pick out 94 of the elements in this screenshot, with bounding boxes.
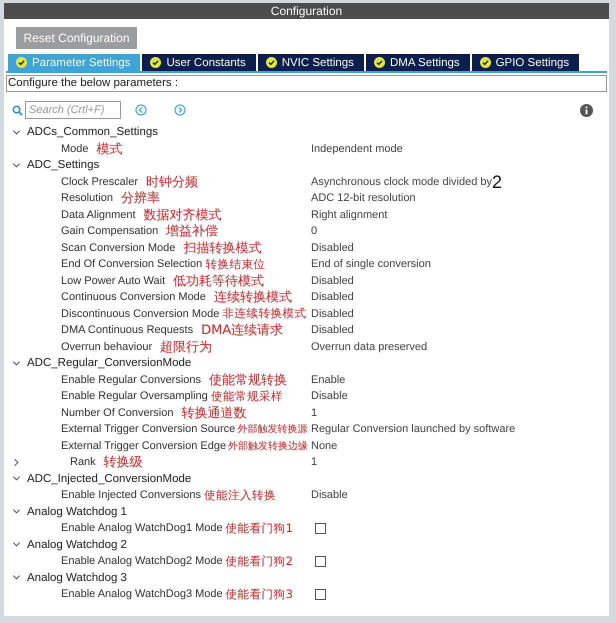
parameter-value[interactable]: Disabled bbox=[311, 308, 354, 320]
annotation-text: 使能常规采样 bbox=[210, 388, 283, 404]
parameter-value[interactable]: Regular Conversion launched by software bbox=[311, 423, 516, 436]
parameter-name: External Trigger Conversion Edge bbox=[61, 440, 226, 452]
parameter-name: Enable Regular Oversampling bbox=[61, 390, 208, 402]
parameter-name: Rank bbox=[70, 456, 96, 468]
parameter-value[interactable]: 1 bbox=[311, 456, 318, 468]
check-circle-icon bbox=[16, 57, 27, 68]
parameter-name: External Trigger Conversion Source bbox=[61, 423, 236, 436]
annotation-text: 使能常规转换 bbox=[209, 372, 288, 389]
parameter-value[interactable]: Disabled bbox=[311, 274, 354, 287]
parameter-value[interactable]: Right alignment bbox=[311, 208, 388, 221]
annotation-text: 非连续转换模式 bbox=[222, 306, 306, 322]
parameter-name: Continuous Conversion Mode bbox=[61, 291, 206, 304]
annotation-text: 连续转换模式 bbox=[214, 289, 292, 306]
parameter-value[interactable]: None bbox=[311, 440, 338, 452]
group-title[interactable]: Analog Watchdog 2 bbox=[27, 538, 127, 551]
group-title[interactable]: ADC_Injected_ConversionMode bbox=[27, 472, 192, 485]
parameter-name: Mode bbox=[61, 142, 89, 155]
parameter-value[interactable]: Overrun data preserved bbox=[311, 340, 428, 353]
annotation-text: 转换结束位 bbox=[205, 256, 266, 272]
parameter-name: End Of Conversion Selection bbox=[61, 258, 202, 270]
annotation-text: 分辨率 bbox=[120, 190, 160, 208]
parameter-value[interactable]: Disabled bbox=[311, 291, 354, 304]
check-circle-icon bbox=[374, 57, 385, 68]
chevron-down-icon[interactable] bbox=[12, 128, 21, 137]
tab[interactable]: NVIC Settings bbox=[258, 54, 364, 71]
parameter-value[interactable]: Asynchronous clock mode divided by bbox=[311, 176, 492, 188]
chevron-down-icon[interactable] bbox=[12, 160, 21, 170]
group-title[interactable]: ADC_Regular_ConversionMode bbox=[27, 357, 192, 370]
checkbox[interactable] bbox=[315, 588, 326, 600]
next-icon[interactable] bbox=[174, 104, 186, 116]
search-field[interactable]: Search (Crtl+F) bbox=[25, 101, 121, 119]
parameter-name: Gain Compensation bbox=[61, 225, 158, 238]
description-text: Configure the below parameters : bbox=[6, 75, 607, 92]
parameter-name: Scan Conversion Mode bbox=[61, 242, 176, 254]
tab[interactable]: GPIO Settings bbox=[472, 54, 580, 71]
parameter-value[interactable]: Disabled bbox=[311, 324, 354, 336]
previous-icon[interactable] bbox=[135, 104, 147, 116]
annotation-text: 外部触发转换边缘 bbox=[228, 440, 308, 453]
parameter-value[interactable]: Disable bbox=[311, 390, 348, 402]
annotation-text: 使能看门狗3 bbox=[226, 586, 293, 602]
chevron-down-icon[interactable] bbox=[12, 358, 21, 368]
annotation-text: 2 bbox=[492, 174, 502, 189]
annotation-text: 使能看门狗2 bbox=[226, 554, 293, 569]
parameter-name: Enable Analog WatchDog3 Mode bbox=[61, 588, 223, 600]
annotation-text: 增益补偿 bbox=[166, 223, 218, 240]
group-title[interactable]: Analog Watchdog 3 bbox=[27, 572, 127, 584]
parameter-name: Low Power Auto Wait bbox=[61, 274, 166, 287]
annotation-text: 扫描转换模式 bbox=[183, 240, 262, 257]
checkbox[interactable] bbox=[315, 522, 326, 534]
parameter-name: Enable Analog WatchDog2 Mode bbox=[61, 555, 223, 568]
parameter-value[interactable]: Disable bbox=[311, 489, 348, 502]
annotation-text: 使能看门狗1 bbox=[226, 520, 293, 536]
annotation-text: 数据对齐模式 bbox=[144, 206, 222, 224]
parameter-value[interactable]: Disabled bbox=[311, 242, 354, 254]
window-title: Configuration bbox=[4, 3, 609, 19]
parameter-value[interactable]: Enable bbox=[311, 374, 346, 386]
tab[interactable]: User Constants bbox=[142, 54, 256, 71]
annotation-text: 外部触发转换源 bbox=[237, 422, 308, 436]
parameter-name: Discontinuous Conversion Mode bbox=[61, 308, 220, 320]
annotation-text: 转换通道数 bbox=[182, 404, 246, 422]
parameter-value[interactable]: End of single conversion bbox=[311, 258, 431, 270]
group-title[interactable]: ADCs_Common_Settings bbox=[27, 126, 158, 138]
parameter-name: Overrun behaviour bbox=[61, 340, 152, 353]
parameter-value[interactable]: 0 bbox=[311, 225, 318, 238]
parameter-name: Enable Analog WatchDog1 Mode bbox=[61, 522, 223, 534]
group-title[interactable]: ADC_Settings bbox=[27, 159, 100, 172]
parameter-name: Resolution bbox=[61, 192, 113, 204]
chevron-right-icon[interactable] bbox=[12, 458, 21, 467]
annotation-text: 转换级 bbox=[104, 454, 143, 472]
parameter-name: Enable Injected Conversions bbox=[61, 489, 202, 502]
parameter-name: Enable Regular Conversions bbox=[61, 374, 202, 386]
parameter-name: Clock Prescaler bbox=[61, 176, 138, 188]
check-circle-icon bbox=[266, 57, 277, 68]
parameter-value[interactable]: ADC 12-bit resolution bbox=[311, 192, 416, 204]
annotation-text: 时钟分频 bbox=[146, 174, 198, 191]
checkbox[interactable] bbox=[315, 556, 326, 567]
parameter-value[interactable]: Independent mode bbox=[311, 142, 403, 155]
annotation-text: 使能注入转换 bbox=[204, 488, 276, 503]
search-icon bbox=[12, 104, 23, 116]
parameter-name: DMA Continuous Requests bbox=[61, 324, 194, 336]
annotation-text: 低功耗等待模式 bbox=[173, 272, 264, 290]
info-icon[interactable] bbox=[580, 104, 593, 116]
annotation-text: 模式 bbox=[96, 140, 123, 158]
parameter-name: Data Alignment bbox=[61, 208, 136, 221]
group-title[interactable]: Analog Watchdog 1 bbox=[27, 506, 127, 518]
tab[interactable]: DMA Settings bbox=[366, 54, 470, 71]
check-circle-icon bbox=[150, 57, 162, 68]
annotation-text: DMA连续请求 bbox=[201, 322, 284, 340]
parameter-name: Number Of Conversion bbox=[61, 406, 174, 419]
check-circle-icon bbox=[480, 57, 491, 68]
annotation-text: 超限行为 bbox=[160, 338, 212, 356]
parameter-value[interactable]: 1 bbox=[311, 406, 318, 419]
